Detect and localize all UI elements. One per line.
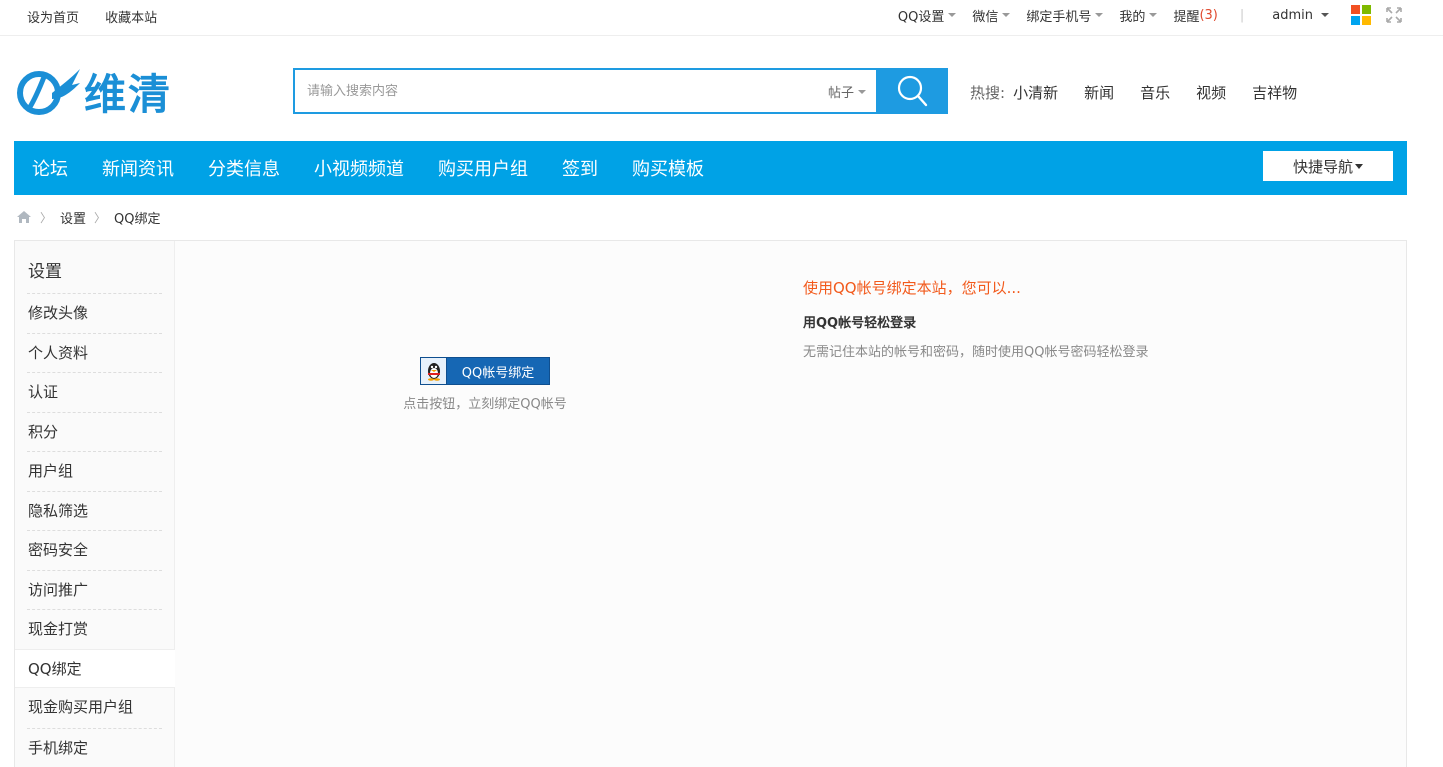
remind-count-badge: (3)	[1199, 7, 1218, 23]
info-headline: 使用QQ帐号绑定本站，您可以...	[803, 279, 1021, 297]
sidebar-title: 设置	[28, 262, 62, 282]
hot-search: 热搜: 小清新 新闻 音乐 视频 吉祥物	[970, 82, 1323, 103]
wechat-label: 微信	[972, 9, 999, 25]
divider: |	[1239, 7, 1245, 23]
search-bar: 帖子	[293, 68, 948, 114]
chevron-down-icon	[1355, 163, 1363, 169]
sidebar-item-cash-buy-group[interactable]: 现金购买用户组	[27, 688, 162, 728]
hot-link[interactable]: 新闻	[1084, 82, 1114, 103]
username: admin	[1272, 7, 1313, 23]
remind-label: 提醒	[1173, 9, 1200, 25]
nav-item-buy-template[interactable]: 购买模板	[632, 155, 704, 181]
wechat-menu[interactable]: 微信	[972, 6, 1011, 25]
logo-text: 维清	[84, 69, 173, 119]
fullscreen-icon[interactable]	[1385, 6, 1403, 24]
bind-phone-label: 绑定手机号	[1026, 9, 1092, 25]
mine-menu[interactable]: 我的	[1119, 6, 1158, 25]
hot-link[interactable]: 吉祥物	[1252, 82, 1297, 103]
nav-item-checkin[interactable]: 签到	[562, 155, 598, 181]
logo-mark-icon	[14, 63, 82, 119]
qq-settings-label: QQ设置	[897, 9, 945, 25]
sidebar-item-credits[interactable]: 积分	[27, 411, 162, 452]
windows-icon[interactable]	[1351, 5, 1371, 25]
sidebar-item-qq-bind[interactable]: QQ绑定	[15, 648, 175, 688]
search-type-label: 帖子	[827, 86, 854, 101]
nav-item-news[interactable]: 新闻资讯	[102, 155, 174, 181]
main-nav: 论坛 新闻资讯 分类信息 小视频频道 购买用户组 签到 购买模板 快捷导航	[14, 141, 1407, 195]
bind-phone-menu[interactable]: 绑定手机号	[1026, 6, 1104, 25]
home-icon[interactable]	[16, 210, 32, 224]
top-left-links: 设为首页 收藏本站	[27, 7, 179, 26]
chevron-down-icon	[1095, 13, 1104, 17]
sidebar-item-profile[interactable]: 个人资料	[27, 332, 162, 373]
info-description: 无需记住本站的帐号和密码，随时使用QQ帐号密码轻松登录	[803, 345, 1149, 360]
sidebar-item-avatar[interactable]: 修改头像	[27, 293, 162, 333]
set-homepage-link[interactable]: 设为首页	[27, 11, 79, 26]
nav-item-forum[interactable]: 论坛	[32, 155, 68, 181]
breadcrumb: 〉 设置 〉 QQ绑定	[16, 207, 161, 227]
qq-bind-hint: 点击按钮，立刻绑定QQ帐号	[403, 397, 567, 412]
hot-link[interactable]: 小清新	[1013, 82, 1058, 103]
nav-item-classifieds[interactable]: 分类信息	[208, 155, 280, 181]
search-type-dropdown[interactable]: 帖子	[828, 82, 866, 101]
chevron-down-icon	[1321, 13, 1329, 17]
qq-bind-label: QQ帐号绑定	[461, 365, 535, 381]
qq-bind-area: QQ帐号绑定 点击按钮，立刻绑定QQ帐号	[395, 357, 575, 412]
top-bar: 设为首页 收藏本站 QQ设置 微信 绑定手机号 我的 提醒 (3) | admi…	[0, 0, 1443, 36]
settings-sidebar: 设置 修改头像 个人资料 认证 积分 用户组 隐私筛选 密码安全 访问推广 现金…	[15, 241, 175, 767]
qq-penguin-icon	[421, 358, 447, 384]
hot-link[interactable]: 音乐	[1140, 82, 1170, 103]
search-button[interactable]	[876, 68, 948, 114]
nav-item-short-video[interactable]: 小视频频道	[314, 155, 404, 181]
main-content: 设置 修改头像 个人资料 认证 积分 用户组 隐私筛选 密码安全 访问推广 现金…	[14, 240, 1407, 767]
hot-search-label: 热搜:	[970, 84, 1006, 102]
bookmark-link[interactable]: 收藏本站	[105, 11, 157, 26]
mine-label: 我的	[1119, 9, 1146, 25]
sidebar-item-privacy[interactable]: 隐私筛选	[27, 490, 162, 531]
chevron-down-icon	[858, 89, 866, 94]
user-menu[interactable]: admin	[1272, 8, 1329, 23]
chevron-down-icon	[948, 13, 957, 17]
search-box: 帖子	[293, 68, 876, 114]
qq-bind-info: 使用QQ帐号绑定本站，您可以... 用QQ帐号轻松登录 无需记住本站的帐号和密码…	[803, 277, 1148, 360]
qq-settings-menu[interactable]: QQ设置	[897, 6, 957, 25]
site-logo[interactable]: 维清	[14, 62, 204, 120]
quick-nav-button[interactable]: 快捷导航	[1263, 151, 1393, 181]
sidebar-item-usergroup[interactable]: 用户组	[27, 451, 162, 491]
qq-bind-button[interactable]: QQ帐号绑定	[420, 357, 550, 385]
chevron-down-icon	[1002, 13, 1011, 17]
top-right-menu: QQ设置 微信 绑定手机号 我的 提醒 (3) | admin	[882, 5, 1403, 25]
breadcrumb-current: QQ绑定	[114, 211, 161, 227]
hot-link[interactable]: 视频	[1196, 82, 1226, 103]
info-subtitle: 用QQ帐号轻松登录	[803, 316, 917, 331]
search-icon	[897, 75, 928, 107]
sidebar-item-password[interactable]: 密码安全	[27, 530, 162, 570]
remind-link[interactable]: 提醒 (3)	[1173, 6, 1217, 25]
quick-nav-label: 快捷导航	[1292, 157, 1353, 176]
search-input[interactable]	[307, 70, 787, 112]
breadcrumb-separator-icon: 〉	[40, 210, 53, 225]
breadcrumb-settings[interactable]: 设置	[60, 208, 86, 227]
sidebar-item-promotion[interactable]: 访问推广	[27, 569, 162, 610]
nav-item-buy-usergroup[interactable]: 购买用户组	[438, 155, 528, 181]
sidebar-item-cash-reward[interactable]: 现金打赏	[27, 609, 162, 649]
breadcrumb-separator-icon: 〉	[94, 210, 107, 225]
sidebar-item-phone-bind[interactable]: 手机绑定	[27, 727, 162, 767]
chevron-down-icon	[1149, 13, 1158, 17]
sidebar-item-verify[interactable]: 认证	[27, 372, 162, 412]
